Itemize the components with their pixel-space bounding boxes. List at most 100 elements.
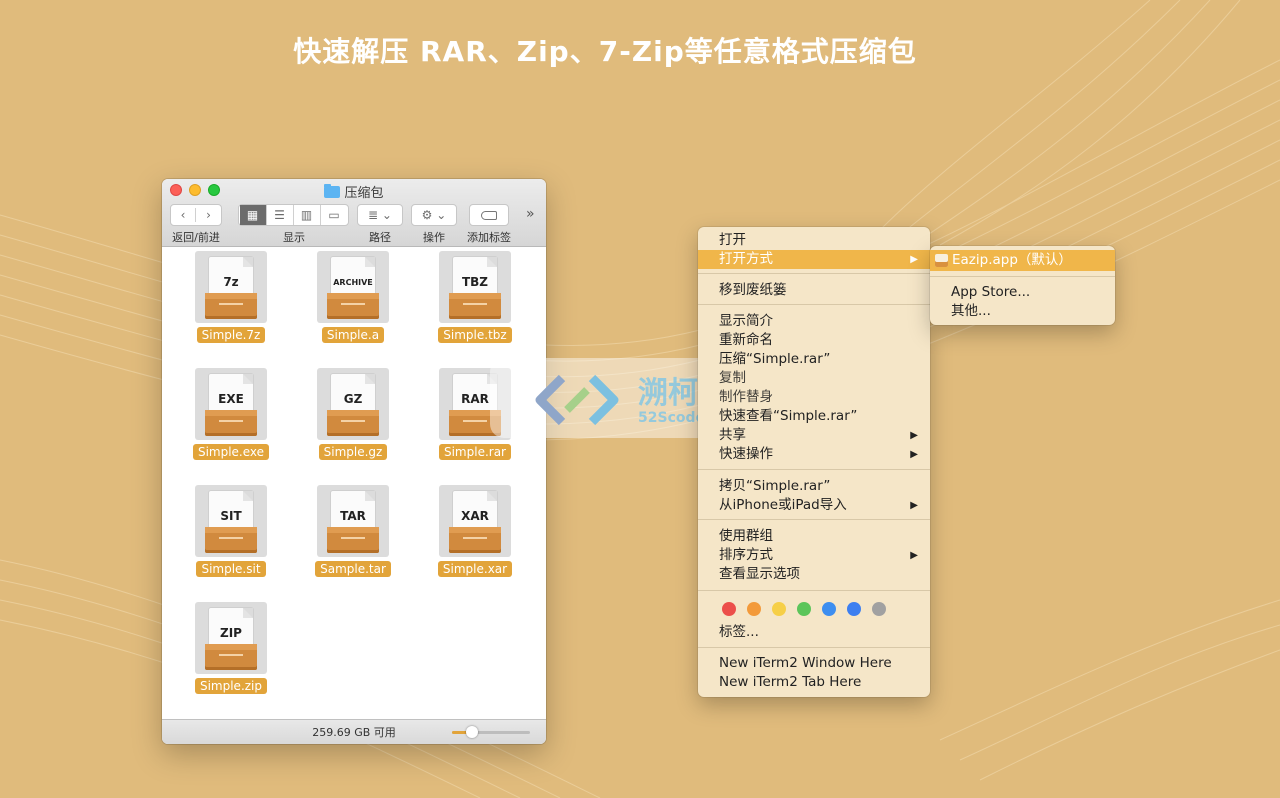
window-title: 压缩包 [162, 182, 546, 201]
path-button[interactable]: ≣ ⌄ [357, 204, 403, 226]
toolbar-overflow-icon[interactable]: » [526, 206, 535, 222]
menu-item-sort-by[interactable]: 排序方式 ▶ [698, 546, 930, 565]
menu-item-label: New iTerm2 Tab Here [719, 674, 862, 690]
archive-file-icon: ARCHIVE [317, 251, 389, 323]
forward-button[interactable]: › [196, 208, 221, 222]
file-name: Simple.sit [196, 561, 266, 577]
submenu-arrow-icon: ▶ [910, 449, 918, 460]
archive-file-icon: EXE [195, 368, 267, 440]
tag-color-dot[interactable] [872, 602, 886, 616]
menu-item-quick-actions[interactable]: 快速操作 ▶ [698, 445, 930, 464]
menu-item-open-with[interactable]: 打开方式 ▶ [698, 250, 930, 269]
file-item[interactable]: 7z Simple.7z [170, 251, 292, 343]
file-name: Sample.tar [315, 561, 391, 577]
menu-item-view-options[interactable]: 查看显示选项 [698, 565, 930, 584]
file-grid: 7z Simple.7z ARCHIVE Simple.a TBZ Simple… [162, 248, 546, 719]
back-button[interactable]: ‹ [171, 208, 197, 222]
archive-file-icon: SIT [195, 485, 267, 557]
menu-item-copy[interactable]: 拷贝“Simple.rar” [698, 477, 930, 496]
menu-item-duplicate[interactable]: 复制 [698, 369, 930, 388]
submenu-arrow-icon: ▶ [910, 254, 918, 265]
menu-item-label: 查看显示选项 [719, 566, 800, 582]
menu-item-iterm-window[interactable]: New iTerm2 Window Here [698, 654, 930, 673]
icon-size-slider-knob[interactable] [465, 726, 478, 738]
archive-file-icon: 7z [195, 251, 267, 323]
action-label: 操作 [423, 231, 445, 244]
menu-item-compress[interactable]: 压缩“Simple.rar” [698, 350, 930, 369]
file-name: Simple.zip [194, 678, 268, 694]
add-tag-button[interactable] [469, 204, 509, 226]
tag-color-dot[interactable] [797, 602, 811, 616]
menu-item-label: 显示简介 [719, 313, 773, 329]
menu-separator [698, 273, 930, 274]
submenu-item-label: Eazip.app（默认） [952, 252, 1072, 268]
icon-size-slider[interactable] [452, 726, 530, 738]
window-title-text: 压缩包 [344, 186, 384, 201]
menu-item-label: 从iPhone或iPad导入 [719, 497, 847, 513]
archive-file-icon: TBZ [439, 251, 511, 323]
menu-item-label: 压缩“Simple.rar” [719, 351, 831, 367]
disk-space-text: 259.69 GB 可用 [312, 726, 396, 739]
menu-item-rename[interactable]: 重新命名 [698, 331, 930, 350]
menu-separator [698, 304, 930, 305]
menu-item-move-to-trash[interactable]: 移到废纸篓 [698, 281, 930, 300]
column-view-icon[interactable]: ▥ [294, 205, 321, 225]
watermark-logo-icon [535, 374, 619, 426]
file-item[interactable]: TBZ Simple.tbz [414, 251, 536, 343]
menu-item-label: 打开方式 [719, 251, 773, 267]
file-item[interactable]: GZ Simple.gz [292, 368, 414, 460]
tag-color-dot[interactable] [822, 602, 836, 616]
submenu-item-app-store[interactable]: App Store... [930, 283, 1115, 302]
menu-item-label: 共享 [719, 427, 746, 443]
finder-titlebar: 压缩包 ‹ › 返回/前进 ▦ ☰ ▥ ▭ 显示 ≣ ⌄ 路径 ⚙ ⌄ 操作 添… [162, 179, 546, 247]
submenu-item-eazip[interactable]: Eazip.app（默认） [930, 250, 1115, 271]
menu-item-get-info[interactable]: 显示简介 [698, 312, 930, 331]
menu-separator [930, 276, 1115, 277]
tag-color-dot[interactable] [847, 602, 861, 616]
menu-item-import-from-iphone[interactable]: 从iPhone或iPad导入 ▶ [698, 496, 930, 515]
context-menu: 打开 打开方式 ▶ 移到废纸篓 显示简介 重新命名 压缩“Simple.rar” … [698, 227, 930, 697]
status-bar: 259.69 GB 可用 [162, 719, 546, 744]
menu-item-label: 打开 [719, 232, 746, 248]
archive-file-icon: GZ [317, 368, 389, 440]
submenu-arrow-icon: ▶ [910, 430, 918, 441]
file-name: Simple.gz [318, 444, 388, 460]
menu-item-open[interactable]: 打开 [698, 231, 930, 250]
file-name: Simple.a [321, 327, 385, 343]
file-item[interactable]: XAR Simple.xar [414, 485, 536, 577]
tag-icon [481, 210, 497, 220]
menu-item-use-groups[interactable]: 使用群组 [698, 527, 930, 546]
gallery-view-icon[interactable]: ▭ [321, 205, 348, 225]
submenu-item-label: App Store... [951, 284, 1031, 300]
menu-item-quick-look[interactable]: 快速查看“Simple.rar” [698, 407, 930, 426]
file-item[interactable]: TAR Sample.tar [292, 485, 414, 577]
page-headline: 快速解压 RAR、Zip、7-Zip等任意格式压缩包 [293, 35, 917, 68]
finder-window: 压缩包 ‹ › 返回/前进 ▦ ☰ ▥ ▭ 显示 ≣ ⌄ 路径 ⚙ ⌄ 操作 添… [162, 179, 546, 744]
tag-color-dot[interactable] [747, 602, 761, 616]
menu-item-share[interactable]: 共享 ▶ [698, 426, 930, 445]
path-label: 路径 [369, 231, 391, 244]
icon-view-icon[interactable]: ▦ [239, 205, 267, 225]
file-item[interactable]: ZIP Simple.zip [170, 602, 292, 694]
submenu-item-other[interactable]: 其他... [930, 302, 1115, 321]
menu-item-iterm-tab[interactable]: New iTerm2 Tab Here [698, 673, 930, 692]
view-mode-control: ▦ ☰ ▥ ▭ [238, 204, 349, 226]
file-item[interactable]: EXE Simple.exe [170, 368, 292, 460]
archive-file-icon: ZIP [195, 602, 267, 674]
action-button[interactable]: ⚙ ⌄ [411, 204, 457, 226]
view-label: 显示 [283, 231, 305, 244]
submenu-arrow-icon: ▶ [910, 550, 918, 561]
file-item[interactable]: SIT Simple.sit [170, 485, 292, 577]
menu-item-tags[interactable]: 标签... [698, 623, 930, 642]
path-icon: ≣ ⌄ [368, 208, 392, 222]
list-view-icon[interactable]: ☰ [267, 205, 294, 225]
gear-icon: ⚙ ⌄ [421, 208, 447, 222]
back-forward-control: ‹ › [170, 204, 222, 226]
eazip-app-icon [935, 254, 948, 267]
file-item[interactable]: ARCHIVE Simple.a [292, 251, 414, 343]
menu-item-label: 拷贝“Simple.rar” [719, 478, 831, 494]
tag-color-dot[interactable] [722, 602, 736, 616]
file-name: Simple.7z [196, 327, 266, 343]
tag-color-dot[interactable] [772, 602, 786, 616]
menu-item-make-alias[interactable]: 制作替身 [698, 388, 930, 407]
